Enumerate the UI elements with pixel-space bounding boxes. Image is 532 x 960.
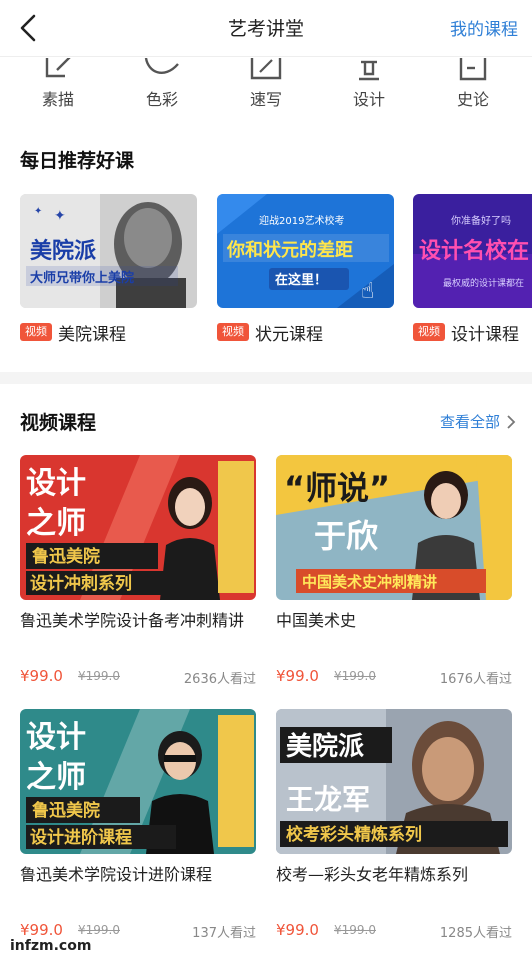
video-tag: 视频 — [413, 323, 445, 341]
course-name: 状元课程 — [255, 324, 323, 345]
top-bar: 艺考讲堂 我的课程 — [0, 0, 532, 57]
thumb-subtitle: 校考彩头精炼系列 — [286, 824, 422, 845]
thumb-title-2: 王龙军 — [286, 783, 370, 816]
thumb-title: 设计 — [26, 720, 86, 755]
course-thumbnail: 设计 之师 鲁迅美院 设计进阶课程 — [20, 709, 256, 854]
daily-course-label-3[interactable]: 视频 设计课程 — [413, 320, 519, 345]
viewer-count: 2636人看过 — [183, 672, 256, 687]
history-book-icon — [459, 58, 487, 81]
daily-course-label-1[interactable]: 视频 美院课程 — [20, 320, 126, 345]
course-thumbnail: 你准备好了吗 设计名校在 最权威的设计课都在 — [413, 194, 532, 308]
category-label: 设计 — [352, 90, 385, 109]
thumb-title-2: 于欣 — [314, 517, 378, 555]
video-section-title: 视频课程 — [20, 412, 97, 434]
video-course-card-1[interactable]: 设计 之师 鲁迅美院 设计冲刺系列 鲁迅美术学院设计备考冲刺精讲 ¥99.0 ¥… — [20, 455, 256, 695]
thumb-subtitle: 鲁迅美院 — [32, 546, 100, 567]
course-thumbnail: ✦ ✦ 美院派 大师兄带你上美院 — [20, 194, 197, 308]
course-thumbnail: 美院派 王龙军 校考彩头精炼系列 — [276, 709, 512, 854]
view-all-label: 查看全部 — [439, 413, 500, 431]
video-course-card-4[interactable]: 美院派 王龙军 校考彩头精炼系列 校考—彩头女老年精炼系列 ¥99.0 ¥199… — [276, 709, 512, 949]
price: ¥99.0 — [276, 667, 319, 685]
course-name: 校考—彩头女老年精炼系列 — [276, 865, 469, 884]
thumb-title: 美院派 — [30, 238, 96, 264]
hand-pointer-icon: ☝ — [361, 279, 374, 304]
category-label: 史论 — [456, 90, 489, 109]
video-tag: 视频 — [20, 323, 52, 341]
viewer-count: 137人看过 — [192, 926, 256, 941]
category-label: 速写 — [249, 90, 282, 109]
price: ¥99.0 — [20, 667, 63, 685]
course-name: 中国美术史 — [276, 611, 357, 630]
thumb-title: 你和状元的差距 — [226, 239, 353, 261]
design-icon — [359, 60, 379, 81]
category-history[interactable]: 史论 — [433, 56, 513, 120]
course-meta: ¥99.0 ¥199.0 1285人看过 — [276, 921, 512, 943]
original-price: ¥199.0 — [78, 923, 120, 937]
thumb-title: 美院派 — [286, 731, 364, 762]
video-course-card-3[interactable]: 设计 之师 鲁迅美院 设计进阶课程 鲁迅美术学院设计进阶课程 ¥99.0 ¥19… — [20, 709, 256, 949]
view-all-link[interactable]: 查看全部 — [440, 411, 516, 432]
course-meta: ¥99.0 ¥199.0 1676人看过 — [276, 667, 512, 689]
thumb-subtitle-2: 设计冲刺系列 — [30, 573, 132, 594]
course-thumbnail: “师说” 于欣 中国美术史冲刺精讲 — [276, 455, 512, 600]
viewer-count: 1285人看过 — [439, 926, 512, 941]
category-quick-sketch[interactable]: 速写 — [226, 56, 306, 120]
thumb-title: 设计 — [26, 466, 86, 501]
price: ¥99.0 — [276, 921, 319, 939]
video-course-card-2[interactable]: “师说” 于欣 中国美术史冲刺精讲 中国美术史 ¥99.0 ¥199.0 167… — [276, 455, 512, 695]
course-thumbnail: 迎战2019艺术校考 你和状元的差距 在这里！ ☝ — [217, 194, 394, 308]
thumb-kicker: 迎战2019艺术校考 — [259, 214, 344, 227]
my-courses-link[interactable]: 我的课程 — [450, 15, 518, 40]
thumb-subtitle: 鲁迅美院 — [32, 800, 100, 821]
category-design[interactable]: 设计 — [329, 56, 409, 120]
daily-course-card-2[interactable]: 迎战2019艺术校考 你和状元的差距 在这里！ ☝ — [217, 194, 394, 308]
thumb-title-2: 之师 — [26, 506, 86, 541]
svg-text:✦: ✦ — [34, 206, 42, 217]
palette-icon — [144, 58, 179, 75]
price: ¥99.0 — [20, 921, 63, 939]
course-name: 美院课程 — [58, 324, 126, 345]
thumb-subtitle: 中国美术史冲刺精讲 — [302, 573, 437, 591]
chevron-right-icon — [507, 414, 516, 429]
section-divider — [0, 372, 532, 384]
thumb-subtitle: 大师兄带你上美院 — [30, 270, 134, 286]
original-price: ¥199.0 — [334, 923, 376, 937]
viewer-count: 1676人看过 — [439, 672, 512, 687]
thumb-title-2: 之师 — [26, 760, 86, 795]
thumb-title: “师说” — [284, 469, 390, 507]
course-meta: ¥99.0 ¥199.0 2636人看过 — [20, 667, 256, 689]
daily-course-card-3[interactable]: 你准备好了吗 设计名校在 最权威的设计课都在 — [413, 194, 532, 308]
category-color[interactable]: 色彩 — [122, 56, 202, 120]
video-tag: 视频 — [217, 323, 249, 341]
course-name: 鲁迅美术学院设计进阶课程 — [20, 865, 213, 884]
watermark: infzm.com — [10, 938, 92, 954]
course-thumbnail: 设计 之师 鲁迅美院 设计冲刺系列 — [20, 455, 256, 600]
thumb-subtitle-2: 设计进阶课程 — [30, 827, 132, 848]
course-name: 鲁迅美术学院设计备考冲刺精讲 — [20, 611, 245, 630]
svg-text:✦: ✦ — [54, 208, 66, 224]
original-price: ¥199.0 — [78, 669, 120, 683]
thumb-kicker: 你准备好了吗 — [451, 214, 511, 227]
course-name: 设计课程 — [451, 324, 519, 345]
category-label: 色彩 — [145, 90, 178, 109]
sketch-icon — [45, 58, 71, 78]
daily-course-label-2[interactable]: 视频 状元课程 — [217, 320, 323, 345]
quick-sketch-icon — [250, 58, 282, 80]
category-row: 素描 色彩 速写 设计 史论 — [0, 56, 532, 120]
daily-section-title: 每日推荐好课 — [20, 150, 135, 172]
category-sketch[interactable]: 素描 — [18, 56, 98, 120]
thumb-subtitle: 在这里！ — [275, 272, 327, 288]
thumb-subtitle: 最权威的设计课都在 — [443, 277, 524, 289]
thumb-title: 设计名校在 — [419, 238, 529, 264]
original-price: ¥199.0 — [334, 669, 376, 683]
category-label: 素描 — [41, 90, 74, 109]
daily-course-card-1[interactable]: ✦ ✦ 美院派 大师兄带你上美院 — [20, 194, 197, 308]
